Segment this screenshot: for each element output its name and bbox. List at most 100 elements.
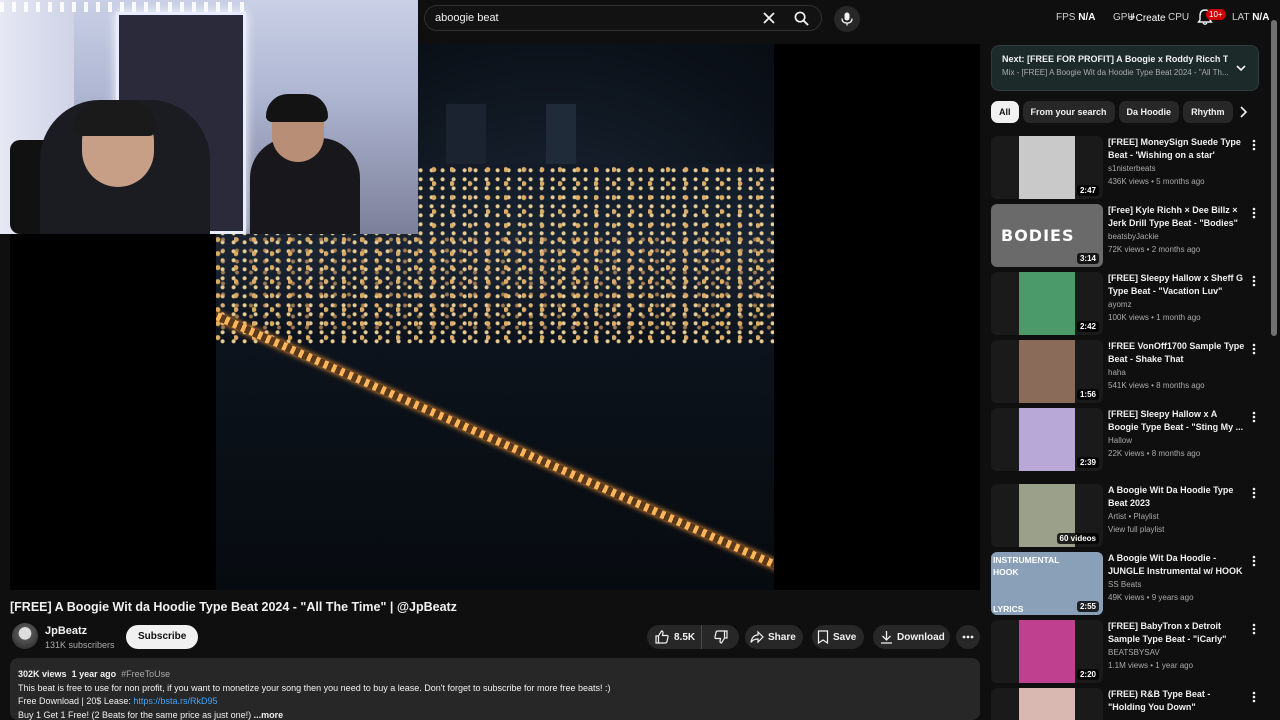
search-box[interactable]: aboogie beat [424, 5, 822, 31]
recommendation-item[interactable]: INSTRUMENTAL HOOK LYRICS 2:55 A Boogie Wit … [991, 552, 1267, 616]
recommendation-item[interactable]: 60 videos A Boogie Wit Da Hoodie Type Bea… [991, 484, 1267, 548]
download-button[interactable]: Download [873, 625, 950, 649]
description-meta: 302K views 1 year ago #FreeToUse [18, 668, 972, 682]
create-label: Create [1135, 13, 1166, 24]
thumbs-down-icon [713, 630, 728, 644]
recommendation-channel[interactable]: haha [1108, 368, 1126, 377]
mic-icon [841, 12, 853, 26]
more-horizontal-icon [962, 635, 974, 639]
more-actions-button[interactable] [956, 625, 980, 649]
recommendation-channel[interactable]: BEATSBYSAV [1108, 648, 1160, 657]
recommendation-item[interactable]: 2:47 [FREE] MoneySign Suede Type Beat - '… [991, 136, 1267, 200]
recommendation-channel[interactable]: Artist • Playlist [1108, 512, 1159, 521]
chip-all[interactable]: All [991, 101, 1019, 123]
up-next-card[interactable]: Next: [FREE FOR PROFIT] A Boogie x Roddy… [991, 45, 1259, 91]
share-icon [750, 630, 764, 644]
recommendation-thumbnail[interactable]: 1:56 [991, 340, 1103, 403]
more-vertical-icon[interactable] [1249, 342, 1259, 356]
lease-link[interactable]: https://bsta.rs/RkD95 [133, 696, 217, 706]
recommendation-channel[interactable]: s1nisterbeats [1108, 164, 1156, 173]
more-vertical-icon[interactable] [1249, 138, 1259, 152]
recommendation-stats[interactable]: View full playlist [1108, 525, 1164, 534]
recommendation-channel[interactable]: SS Beats [1108, 580, 1141, 589]
duration-badge: 2:55 [1076, 601, 1099, 612]
show-more-button[interactable]: ...more [254, 710, 284, 720]
recommendation-item[interactable]: 1:56 !FREE VonOff1700 Sample Type Beat - … [991, 340, 1267, 404]
search-input[interactable]: aboogie beat [425, 6, 757, 30]
up-next-subtitle: Mix - [FREE] A Boogie Wit da Hoodie Type… [1002, 68, 1228, 77]
filter-chips: All From your search Da Hoodie Rhythm [991, 101, 1236, 123]
recommendation-title[interactable]: (FREE) R&B Type Beat - "Holding You Down… [1108, 688, 1248, 714]
recommendation-title[interactable]: !FREE VonOff1700 Sample Type Beat - Shak… [1108, 340, 1248, 366]
like-count: 8.5K [674, 631, 696, 643]
recommendation-item[interactable]: (FREE) R&B Type Beat - "Holding You Down… [991, 688, 1267, 720]
description-line-2: Free Download | 20$ Lease: https://bsta.… [18, 695, 972, 709]
thumbnail-artwork [1019, 408, 1075, 471]
duration-badge: 3:14 [1076, 253, 1099, 264]
recommendation-stats: 1.1M views • 1 year ago [1108, 661, 1194, 670]
recommendation-thumbnail[interactable]: 2:47 [991, 136, 1103, 199]
more-vertical-icon[interactable] [1249, 622, 1259, 636]
cpu-readout: CPU [1168, 12, 1189, 23]
recommendation-thumbnail[interactable]: INSTRUMENTAL HOOK LYRICS 2:55 [991, 552, 1103, 615]
dislike-button[interactable] [702, 625, 739, 649]
clear-icon[interactable] [757, 6, 781, 30]
like-button[interactable]: 8.5K [647, 625, 703, 649]
more-vertical-icon[interactable] [1249, 690, 1259, 704]
recommendation-item[interactable]: BODIES 3:14 [Free] Kyle Richh × Dee Billz … [991, 204, 1267, 268]
recommendation-thumbnail[interactable]: 2:20 [991, 620, 1103, 683]
save-button[interactable]: Save [812, 625, 864, 649]
share-button[interactable]: Share [745, 625, 803, 649]
more-vertical-icon[interactable] [1249, 206, 1259, 220]
recommendation-channel[interactable]: Hallow [1108, 436, 1132, 445]
recommendation-title[interactable]: [FREE] Sleepy Hallow x Sheff G Type Beat… [1108, 272, 1248, 298]
chevron-right-icon[interactable] [1236, 104, 1250, 120]
view-count: 302K views [18, 669, 67, 679]
duration-badge: 2:47 [1076, 185, 1099, 196]
recommendation-stats: 49K views • 9 years ago [1108, 593, 1194, 602]
recommendation-thumbnail[interactable]: 2:42 [991, 272, 1103, 335]
duration-badge: 1:56 [1076, 389, 1099, 400]
description-box[interactable]: 302K views 1 year ago #FreeToUse This be… [10, 658, 980, 720]
recommendation-item[interactable]: 2:39 [FREE] Sleepy Hallow x A Boogie Type… [991, 408, 1267, 472]
recommendation-channel[interactable]: ayomz [1108, 300, 1132, 309]
recommendation-title[interactable]: A Boogie Wit Da Hoodie - JUNGLE Instrume… [1108, 552, 1248, 578]
recommendation-item[interactable]: 2:42 [FREE] Sleepy Hallow x Sheff G Type … [991, 272, 1267, 336]
download-label: Download [897, 631, 945, 643]
lat-readout: LAT N/A [1232, 12, 1269, 23]
lease-label: Free Download | 20$ Lease: [18, 696, 134, 706]
more-vertical-icon[interactable] [1249, 554, 1259, 568]
voice-search-button[interactable] [834, 6, 860, 32]
recommendation-title[interactable]: A Boogie Wit Da Hoodie Type Beat 2023 [1108, 484, 1248, 510]
recommendation-item[interactable]: 2:20 [FREE] BabyTron x Detroit Sample Typ… [991, 620, 1267, 684]
create-button[interactable]: +Create [1128, 9, 1166, 24]
fps-readout: FPS N/A [1056, 12, 1095, 23]
recommendation-thumbnail[interactable] [991, 688, 1103, 720]
search-button[interactable] [781, 6, 821, 30]
chip-da-hoodie[interactable]: Da Hoodie [1118, 101, 1180, 123]
recommendation-thumbnail[interactable]: 2:39 [991, 408, 1103, 471]
thumbnail-artwork [1019, 688, 1075, 720]
recommendation-channel[interactable]: beatsbyJackie [1108, 232, 1159, 241]
recommendation-title[interactable]: [FREE] Sleepy Hallow x A Boogie Type Bea… [1108, 408, 1248, 434]
hashtag[interactable]: #FreeToUse [121, 669, 170, 679]
recommendation-thumbnail[interactable]: 60 videos [991, 484, 1103, 547]
recommendation-title[interactable]: [FREE] MoneySign Suede Type Beat - 'Wish… [1108, 136, 1248, 162]
chip-from-search[interactable]: From your search [1022, 101, 1115, 123]
playlist-count-badge: 60 videos [1056, 533, 1099, 544]
chevron-down-icon[interactable] [1234, 61, 1248, 75]
page-scrollbar[interactable] [1271, 20, 1277, 336]
channel-name[interactable]: JpBeatz [45, 625, 87, 637]
plus-icon: + [1128, 9, 1136, 24]
recommendation-title[interactable]: [FREE] BabyTron x Detroit Sample Type Be… [1108, 620, 1248, 646]
chip-rhythm[interactable]: Rhythm [1183, 101, 1233, 123]
subscribe-button[interactable]: Subscribe [126, 625, 199, 649]
more-vertical-icon[interactable] [1249, 274, 1259, 288]
recommendation-thumbnail[interactable]: BODIES 3:14 [991, 204, 1103, 267]
more-vertical-icon[interactable] [1249, 486, 1259, 500]
channel-avatar[interactable] [12, 623, 38, 649]
lat-label: LAT [1232, 12, 1250, 23]
more-vertical-icon[interactable] [1249, 410, 1259, 424]
recommendation-stats: 22K views • 8 months ago [1108, 449, 1201, 458]
recommendation-title[interactable]: [Free] Kyle Richh × Dee Billz × Jerk Dri… [1108, 204, 1248, 230]
